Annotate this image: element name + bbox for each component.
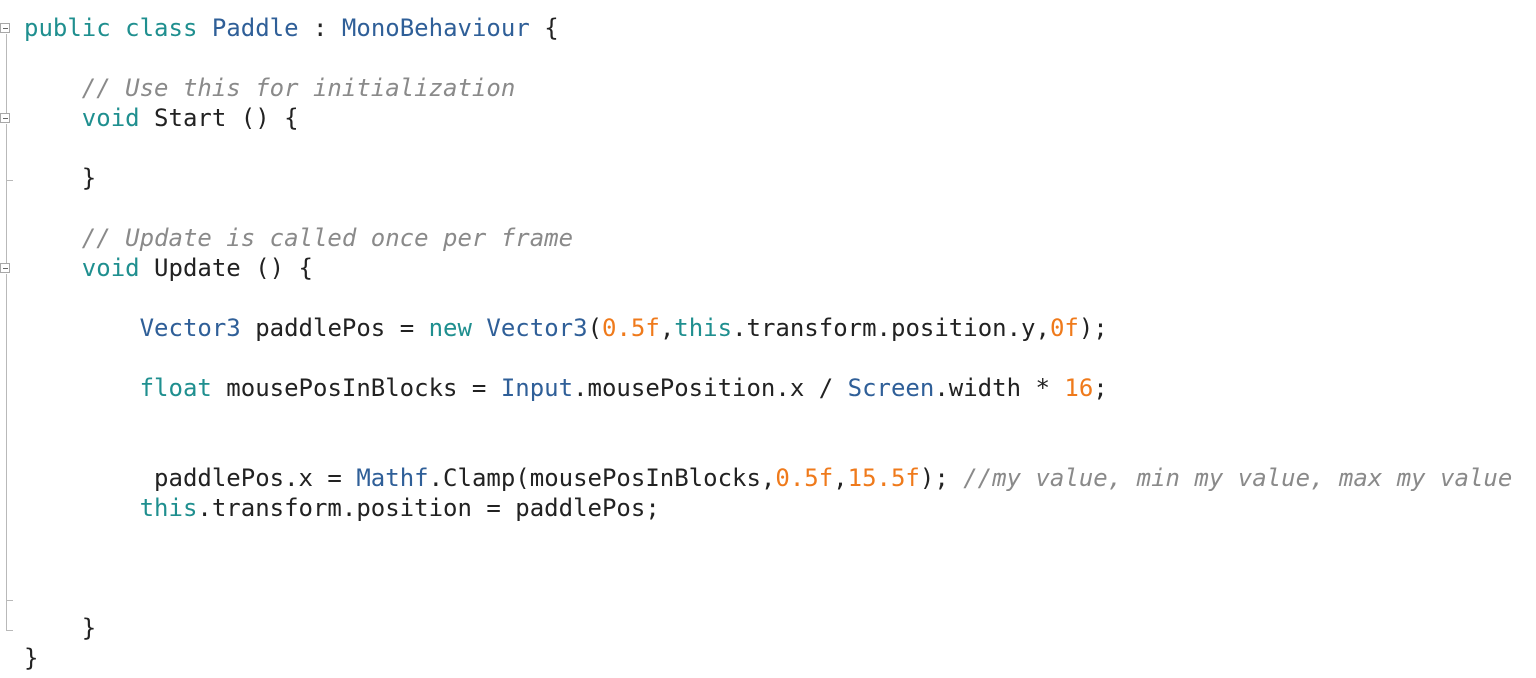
code-token: { bbox=[529, 14, 559, 42]
code-token: Vector3 bbox=[139, 314, 241, 342]
code-line[interactable]: this.transform.position = paddlePos; bbox=[24, 493, 1512, 523]
fold-toggle-update-icon[interactable] bbox=[0, 263, 10, 273]
code-line[interactable] bbox=[24, 43, 1512, 73]
fold-toggle-start-icon[interactable] bbox=[0, 113, 10, 123]
code-token: ; bbox=[1093, 374, 1108, 402]
code-token: .mousePosition.x / bbox=[573, 374, 848, 402]
fold-toggle-class-icon[interactable] bbox=[0, 23, 10, 33]
code-token: this bbox=[139, 494, 198, 522]
code-token: class bbox=[125, 14, 198, 42]
code-token: public bbox=[24, 14, 111, 42]
code-line[interactable] bbox=[24, 583, 1512, 613]
code-line[interactable]: } bbox=[24, 613, 1512, 643]
code-line[interactable] bbox=[24, 343, 1512, 373]
code-token: , bbox=[659, 314, 675, 342]
fold-gutter bbox=[0, 0, 20, 678]
code-line[interactable] bbox=[24, 433, 1512, 463]
code-line[interactable] bbox=[24, 553, 1512, 583]
code-token: mousePosInBlocks = bbox=[211, 374, 501, 402]
code-token: float bbox=[139, 374, 212, 402]
code-editor[interactable]: public class Paddle : MonoBehaviour { //… bbox=[0, 0, 1536, 678]
code-token: 16 bbox=[1064, 374, 1094, 402]
code-token: void bbox=[81, 254, 140, 282]
code-token: .transform.position = paddlePos; bbox=[197, 494, 660, 522]
code-token: .transform.position.y, bbox=[732, 314, 1050, 342]
code-line[interactable] bbox=[24, 133, 1512, 163]
code-token: Paddle bbox=[211, 14, 299, 42]
code-token: new bbox=[428, 314, 472, 342]
fold-guide-class bbox=[6, 34, 7, 113]
code-token: paddlePos.x = bbox=[24, 464, 357, 492]
code-line[interactable] bbox=[24, 193, 1512, 223]
fold-guide-class-end bbox=[6, 601, 7, 630]
code-token: Screen bbox=[847, 374, 935, 402]
code-token: this bbox=[674, 314, 733, 342]
code-token: 0f bbox=[1049, 314, 1079, 342]
fold-end-class bbox=[6, 630, 13, 631]
code-line[interactable]: paddlePos.x = Mathf.Clamp(mousePosInBloc… bbox=[24, 463, 1512, 493]
code-token: 0.5f bbox=[602, 314, 660, 342]
fold-end-start bbox=[6, 180, 13, 181]
code-token: Start () { bbox=[139, 104, 299, 132]
fold-end-update bbox=[6, 600, 13, 601]
code-token: , bbox=[833, 464, 848, 492]
fold-guide-update bbox=[6, 274, 7, 600]
code-token: ); bbox=[1078, 314, 1108, 342]
code-token: paddlePos = bbox=[240, 314, 429, 342]
code-line[interactable]: // Update is called once per frame bbox=[24, 223, 1512, 253]
fold-guide-class-mid bbox=[6, 181, 7, 263]
code-token: // Update is called once per frame bbox=[81, 224, 574, 252]
code-area[interactable]: public class Paddle : MonoBehaviour { //… bbox=[24, 13, 1512, 673]
code-line[interactable]: // Use this for initialization bbox=[24, 73, 1512, 103]
fold-guide-start bbox=[6, 124, 7, 180]
code-line[interactable]: void Start () { bbox=[24, 103, 1512, 133]
code-line[interactable]: public class Paddle : MonoBehaviour { bbox=[24, 13, 1512, 43]
code-line[interactable]: Vector3 paddlePos = new Vector3(0.5f,thi… bbox=[24, 313, 1512, 343]
code-token: } bbox=[24, 614, 97, 642]
code-line[interactable]: } bbox=[24, 643, 1512, 673]
code-token: void bbox=[81, 104, 140, 132]
code-token: .Clamp(mousePosInBlocks, bbox=[428, 464, 776, 492]
code-token: Update () { bbox=[139, 254, 313, 282]
code-token: Input bbox=[500, 374, 574, 402]
code-token: 15.5f bbox=[847, 464, 920, 492]
code-line[interactable] bbox=[24, 283, 1512, 313]
code-line[interactable]: float mousePosInBlocks = Input.mousePosi… bbox=[24, 373, 1512, 403]
code-token: : bbox=[298, 14, 342, 42]
code-token: MonoBehaviour bbox=[341, 14, 530, 42]
code-token: .width * bbox=[934, 374, 1065, 402]
code-token: Mathf bbox=[356, 464, 429, 492]
code-token: // Use this for initialization bbox=[81, 74, 516, 102]
code-line[interactable] bbox=[24, 403, 1512, 433]
code-line[interactable]: } bbox=[24, 163, 1512, 193]
code-token: } bbox=[24, 644, 39, 672]
code-token: Vector3 bbox=[486, 314, 588, 342]
code-token: ( bbox=[587, 314, 603, 342]
code-token: //my value, min my value, max my value bbox=[963, 464, 1513, 492]
code-token: } bbox=[24, 164, 97, 192]
code-line[interactable]: void Update () { bbox=[24, 253, 1512, 283]
code-token: ); bbox=[919, 464, 964, 492]
code-line[interactable] bbox=[24, 523, 1512, 553]
code-token: 0.5f bbox=[775, 464, 834, 492]
